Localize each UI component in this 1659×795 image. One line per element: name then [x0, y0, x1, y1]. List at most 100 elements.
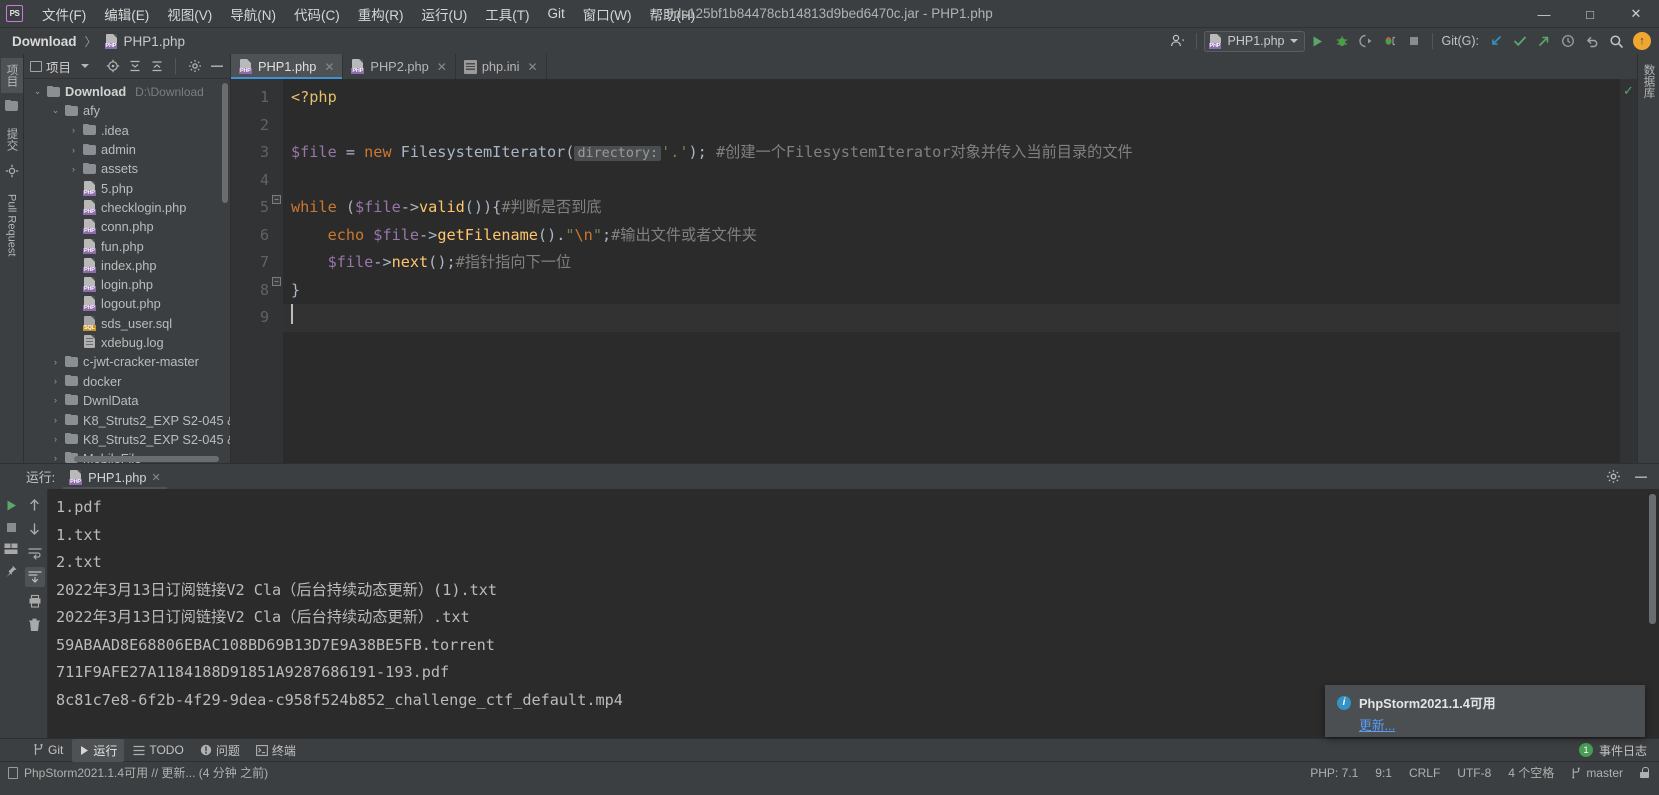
code-text[interactable]: <?php $file = new FilesystemIterator(dir…: [283, 79, 1620, 463]
close-icon[interactable]: ✕: [528, 60, 538, 74]
tree-item-c-jwt-cracker-master[interactable]: › c-jwt-cracker-master: [24, 352, 230, 371]
menu-git[interactable]: Git: [539, 3, 574, 24]
scroll-down-icon[interactable]: [25, 519, 45, 539]
undo-icon[interactable]: [1581, 30, 1603, 52]
chevron-right-icon[interactable]: ›: [50, 415, 61, 425]
gear-icon[interactable]: [186, 58, 203, 75]
tree-item-sds-user-sql[interactable]: SQL sds_user.sql: [24, 314, 230, 333]
menu-refactor[interactable]: 重构(R): [349, 1, 413, 27]
chevron-right-icon[interactable]: ›: [68, 125, 79, 135]
chevron-right-icon[interactable]: ›: [68, 164, 79, 174]
status-message[interactable]: PhpStorm2021.1.4可用 // 更新... (4 分钟 之前): [24, 764, 268, 781]
sidebar-tab-commit[interactable]: 提交: [1, 122, 23, 157]
run-tab-php1[interactable]: PHP PHP1.php ✕: [63, 466, 167, 489]
scroll-to-end-icon[interactable]: [24, 567, 45, 587]
hide-panel-icon[interactable]: [208, 58, 225, 75]
chevron-right-icon[interactable]: ›: [68, 145, 79, 155]
stop-button[interactable]: [1403, 30, 1425, 52]
menu-view[interactable]: 视图(V): [158, 1, 221, 27]
tree-item-afy[interactable]: ⌄ afy: [24, 101, 230, 120]
caret-position-indicator[interactable]: 9:1: [1375, 766, 1392, 780]
chevron-right-icon[interactable]: ›: [50, 434, 61, 444]
tree-item-login-php[interactable]: PHP login.php: [24, 275, 230, 294]
event-log-label[interactable]: 事件日志: [1599, 742, 1647, 759]
run-button[interactable]: [1307, 30, 1329, 52]
encoding-indicator[interactable]: UTF-8: [1457, 766, 1491, 780]
toolwindow-run[interactable]: 运行: [72, 738, 125, 762]
debug-button[interactable]: [1331, 30, 1353, 52]
update-available-badge[interactable]: ↑: [1633, 32, 1651, 50]
menu-navigate[interactable]: 导航(N): [221, 1, 285, 27]
git-branch-indicator[interactable]: master: [1571, 766, 1623, 780]
chevron-down-icon[interactable]: ⌄: [32, 86, 43, 97]
soft-wrap-icon[interactable]: [25, 543, 45, 563]
breadcrumb-root[interactable]: Download: [12, 34, 77, 49]
chevron-down-icon[interactable]: ⌄: [50, 105, 61, 116]
tree-item-admin[interactable]: › admin: [24, 140, 230, 159]
menu-file[interactable]: 文件(F): [33, 1, 95, 27]
php-version-indicator[interactable]: PHP: 7.1: [1310, 766, 1358, 780]
git-commit-icon[interactable]: [1509, 30, 1531, 52]
sidebar-tab-pull-request[interactable]: Pull Request: [3, 188, 21, 262]
expand-all-icon[interactable]: [148, 58, 165, 75]
notification-update-link[interactable]: 更新...: [1359, 715, 1633, 734]
menu-tools[interactable]: 工具(T): [476, 1, 538, 27]
tree-item-k8-struts2-2[interactable]: › K8_Struts2_EXP S2-045 & 任: [24, 429, 230, 448]
run-with-coverage-button[interactable]: [1355, 30, 1377, 52]
gear-icon[interactable]: [1605, 468, 1622, 485]
commit-node-icon[interactable]: [5, 164, 19, 181]
folder-icon[interactable]: [4, 100, 19, 115]
menu-help[interactable]: 帮助(H): [641, 1, 705, 27]
tab-php1-php[interactable]: PHP PHP1.php ✕: [231, 54, 344, 79]
chevron-right-icon[interactable]: ›: [50, 357, 61, 367]
tree-item-download[interactable]: ⌄ Download D:\Download: [24, 82, 230, 101]
indent-indicator[interactable]: 4 个空格: [1508, 764, 1554, 781]
tab-php2-php[interactable]: PHP PHP2.php ✕: [343, 54, 456, 79]
lock-icon[interactable]: [1640, 767, 1649, 778]
update-notification[interactable]: i PhpStorm2021.1.4可用 更新...: [1325, 685, 1645, 737]
search-everywhere-icon[interactable]: [1605, 30, 1627, 52]
menu-code[interactable]: 代码(C): [285, 1, 349, 27]
clear-all-icon[interactable]: [25, 615, 45, 635]
stop-button[interactable]: [1, 517, 21, 537]
chevron-down-icon[interactable]: [76, 58, 93, 75]
inspection-ok-icon[interactable]: ✓: [1623, 83, 1634, 99]
tree-item-conn-php[interactable]: PHP conn.php: [24, 217, 230, 236]
event-log-area[interactable]: 1 事件日志: [1578, 742, 1659, 759]
tree-item-docker[interactable]: › docker: [24, 371, 230, 390]
chevron-right-icon[interactable]: ›: [50, 376, 61, 386]
close-icon[interactable]: ✕: [324, 60, 334, 74]
code-fold-toggle[interactable]: −: [272, 277, 281, 286]
sidebar-tab-database[interactable]: 数据库: [1638, 58, 1659, 105]
code-editor[interactable]: 1 2 3 4 5 6 7 8 9 − − <?php $file = new …: [231, 79, 1637, 463]
toolwindow-terminal[interactable]: 终端: [249, 739, 303, 762]
toolwindow-git[interactable]: Git: [26, 740, 70, 760]
tree-item-index-php[interactable]: PHP index.php: [24, 256, 230, 275]
collapse-all-icon[interactable]: [126, 58, 143, 75]
run-configuration-selector[interactable]: PHP PHP1.php: [1203, 30, 1305, 52]
git-push-icon[interactable]: [1533, 30, 1555, 52]
close-icon[interactable]: ✕: [152, 471, 161, 484]
tree-item-dwnldata[interactable]: › DwnlData: [24, 391, 230, 410]
close-icon[interactable]: ✕: [437, 60, 447, 74]
tree-item-checklogin-php[interactable]: PHP checklogin.php: [24, 198, 230, 217]
toolwindow-todo[interactable]: TODO: [126, 740, 190, 760]
hide-panel-icon[interactable]: [1632, 468, 1649, 485]
project-tree-hscrollbar[interactable]: [74, 456, 219, 462]
menu-window[interactable]: 窗口(W): [574, 1, 641, 27]
tab-php-ini[interactable]: php.ini ✕: [456, 54, 547, 79]
print-icon[interactable]: [25, 591, 45, 611]
toolwindow-problems[interactable]: 问题: [193, 739, 247, 762]
menu-edit[interactable]: 编辑(E): [95, 1, 158, 27]
breadcrumb-file[interactable]: PHP1.php: [124, 34, 186, 49]
maximize-button[interactable]: □: [1567, 0, 1613, 28]
rerun-button[interactable]: [1, 495, 21, 515]
menu-run[interactable]: 运行(U): [413, 1, 477, 27]
chevron-right-icon[interactable]: ›: [50, 453, 61, 463]
minimize-button[interactable]: —: [1521, 0, 1567, 28]
tree-item-5-php[interactable]: PHP 5.php: [24, 178, 230, 197]
git-history-icon[interactable]: [1557, 30, 1579, 52]
profile-button[interactable]: [1379, 30, 1401, 52]
project-tree-scrollbar[interactable]: [222, 83, 228, 203]
tree-item-idea[interactable]: › .idea: [24, 121, 230, 140]
